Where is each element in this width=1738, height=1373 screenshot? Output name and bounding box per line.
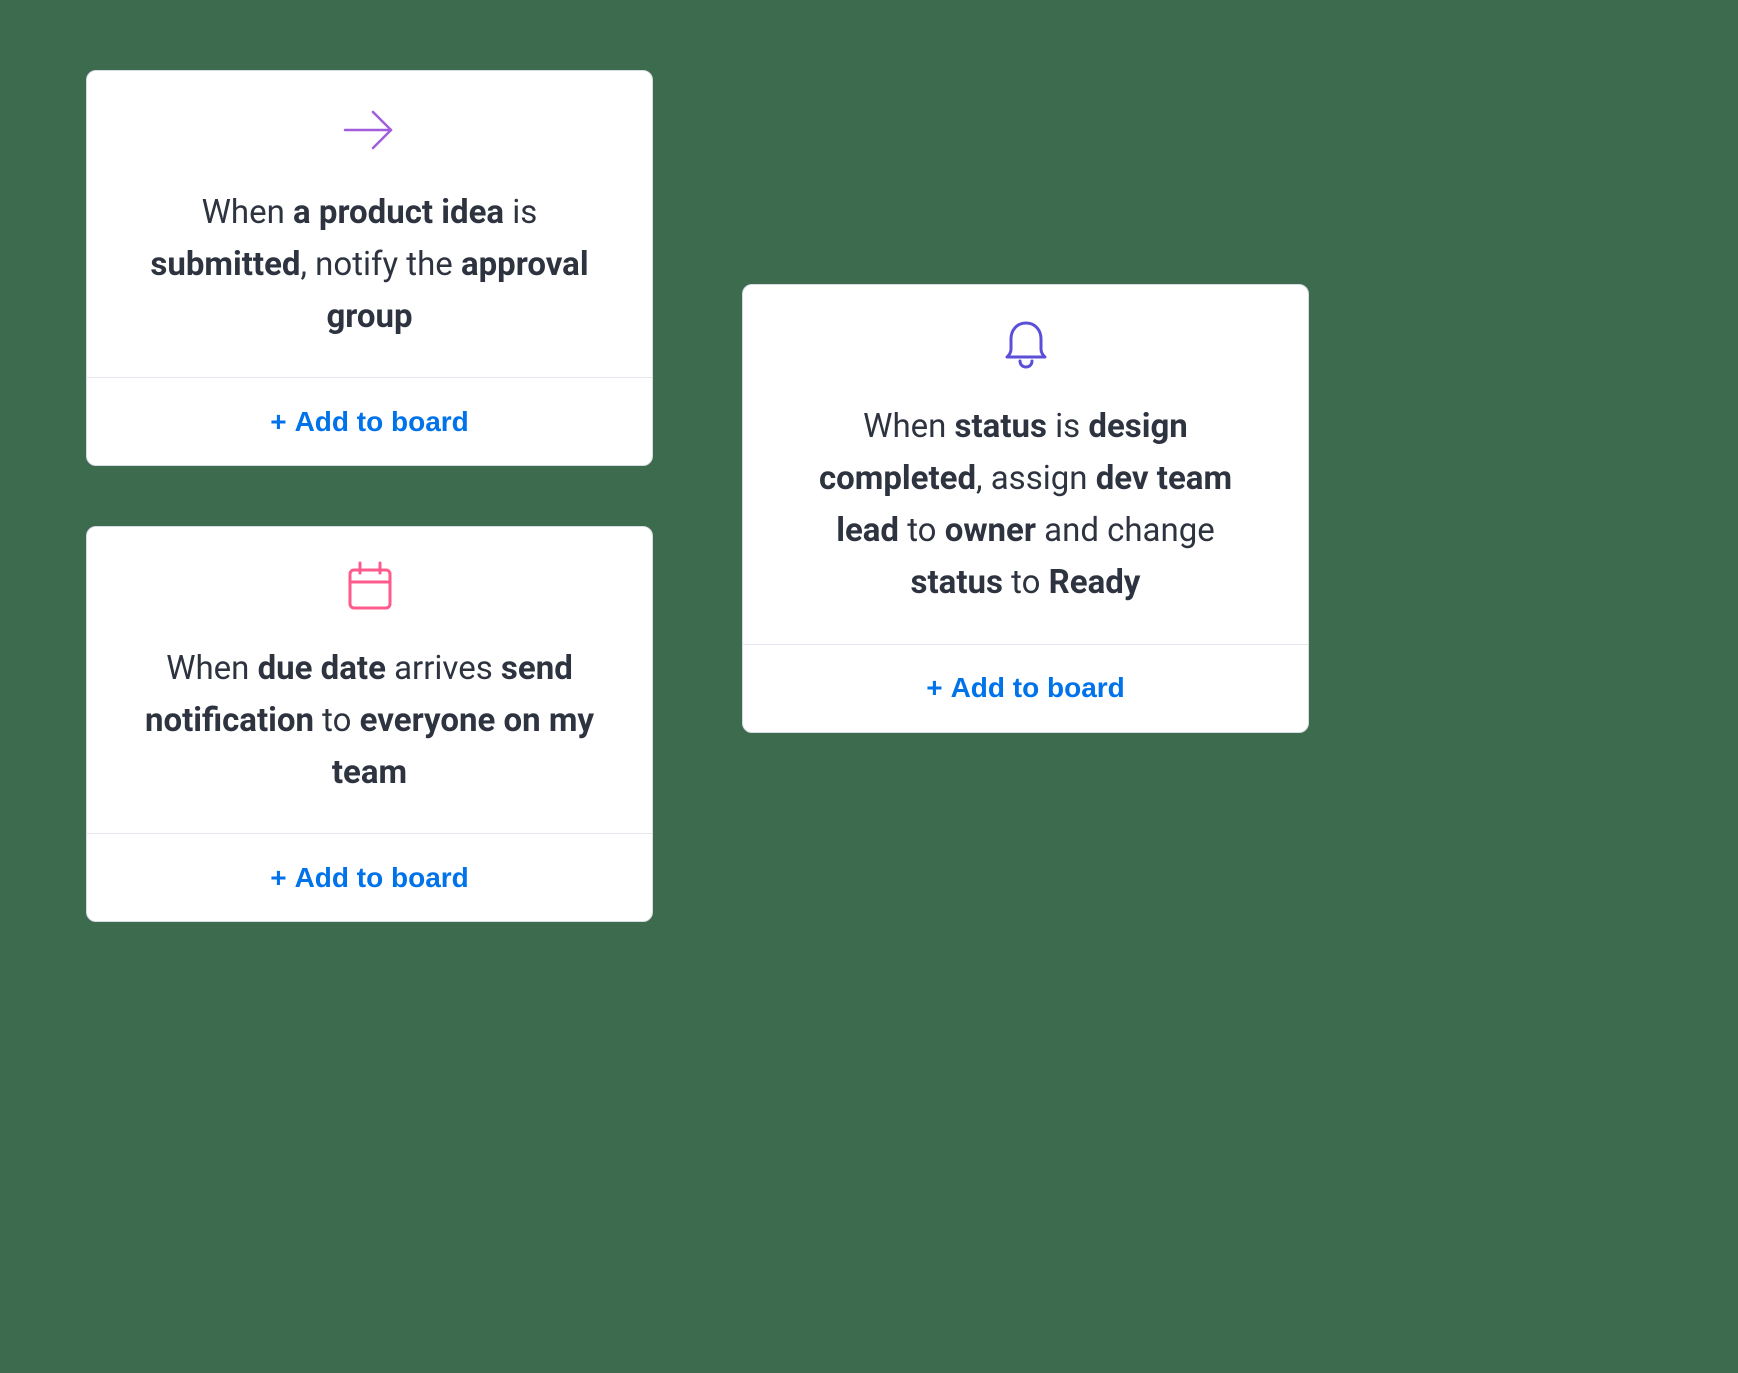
arrow-right-icon bbox=[341, 101, 399, 159]
plus-icon: + bbox=[270, 406, 286, 438]
automation-description: When status is design completed, assign … bbox=[787, 401, 1264, 610]
add-to-board-label: Add to board bbox=[295, 862, 469, 894]
calendar-icon bbox=[345, 557, 395, 615]
card-footer[interactable]: + Add to board bbox=[743, 644, 1308, 732]
add-to-board-button[interactable]: + Add to board bbox=[270, 406, 469, 438]
bell-icon bbox=[1001, 315, 1051, 373]
automation-description: When due date arrives send notification … bbox=[131, 643, 608, 799]
automation-card: When a product idea is submitted, notify… bbox=[86, 70, 653, 466]
automation-card: When due date arrives send notification … bbox=[86, 526, 653, 922]
card-footer[interactable]: + Add to board bbox=[87, 377, 652, 465]
plus-icon: + bbox=[926, 672, 942, 704]
card-body: When due date arrives send notification … bbox=[87, 527, 652, 833]
automation-description: When a product idea is submitted, notify… bbox=[131, 187, 608, 343]
card-body: When a product idea is submitted, notify… bbox=[87, 71, 652, 377]
add-to-board-button[interactable]: + Add to board bbox=[270, 862, 469, 894]
automation-card: When status is design completed, assign … bbox=[742, 284, 1309, 733]
add-to-board-label: Add to board bbox=[295, 406, 469, 438]
card-footer[interactable]: + Add to board bbox=[87, 833, 652, 921]
add-to-board-label: Add to board bbox=[951, 672, 1125, 704]
add-to-board-button[interactable]: + Add to board bbox=[926, 672, 1125, 704]
plus-icon: + bbox=[270, 862, 286, 894]
card-body: When status is design completed, assign … bbox=[743, 285, 1308, 644]
